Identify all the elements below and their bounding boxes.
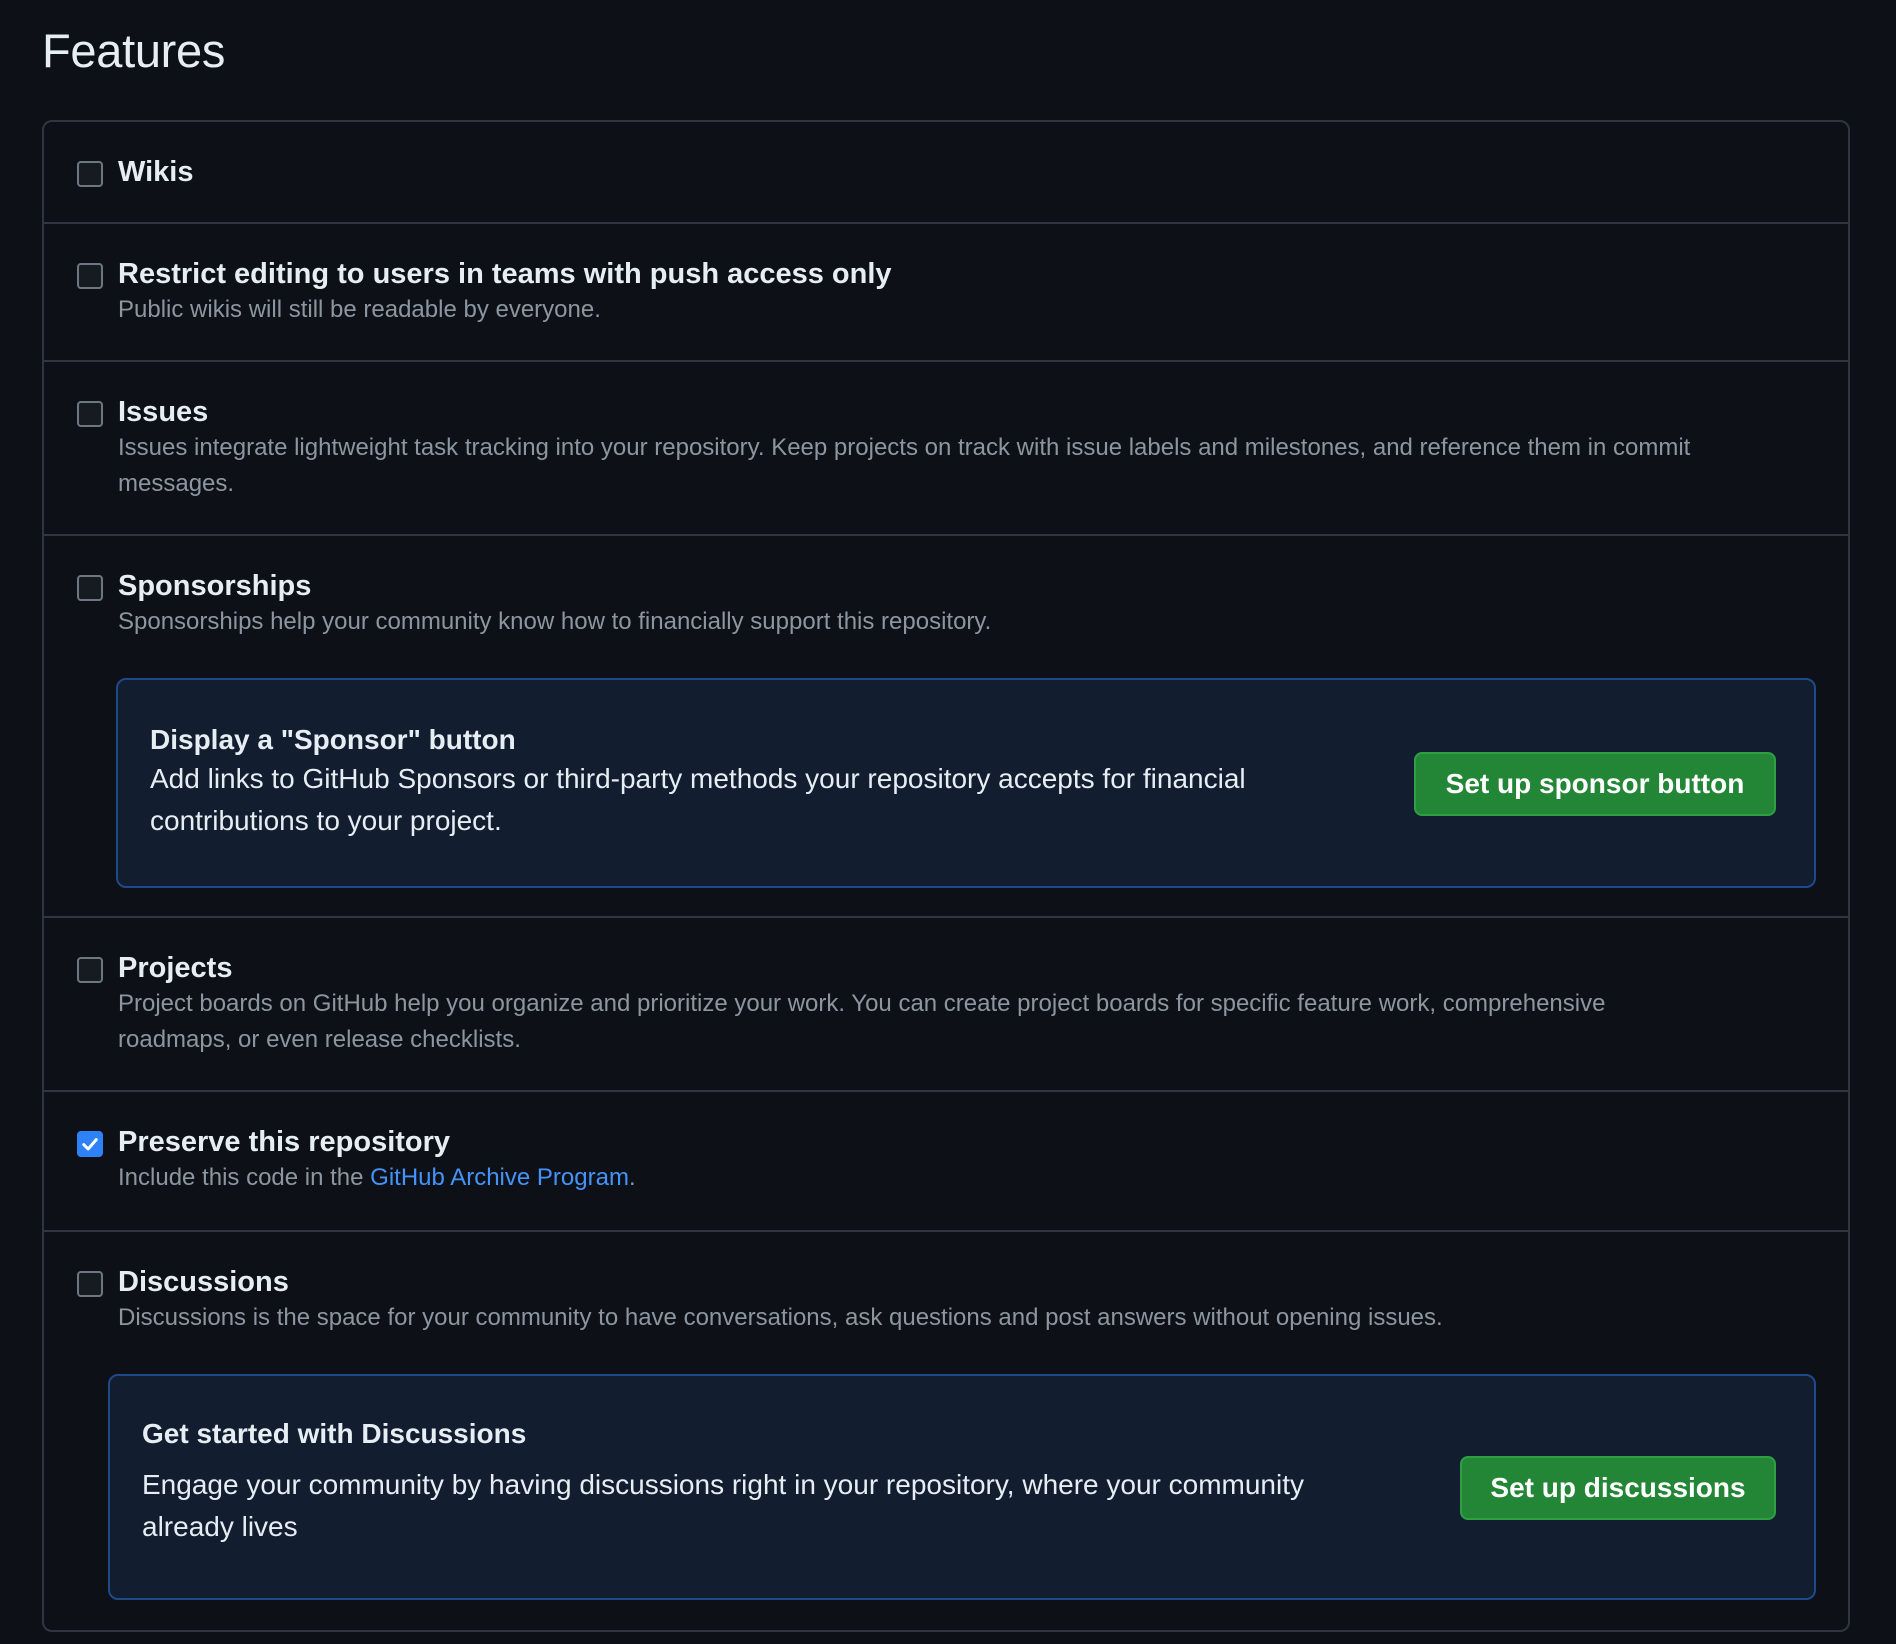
set-up-sponsor-button[interactable]: Set up sponsor button bbox=[1414, 752, 1776, 816]
sponsorships-checkbox[interactable] bbox=[77, 575, 103, 601]
preserve-description: Include this code in the GitHub Archive … bbox=[118, 1160, 1848, 1196]
github-archive-program-link[interactable]: GitHub Archive Program bbox=[370, 1164, 629, 1191]
restrict-editing-checkbox[interactable] bbox=[77, 263, 103, 289]
sponsor-callout-text-line2: contributions to your project. bbox=[150, 805, 502, 836]
projects-description-line1: Project boards on GitHub help you organi… bbox=[118, 990, 1606, 1017]
discussions-callout: Get started with Discussions Engage your… bbox=[108, 1374, 1816, 1600]
issues-description: Issues integrate lightweight task tracki… bbox=[118, 430, 1848, 502]
issues-description-line1: Issues integrate lightweight task tracki… bbox=[118, 434, 1691, 461]
issues-description-line2: messages. bbox=[118, 470, 235, 497]
feature-row-preserve: Preserve this repository Include this co… bbox=[44, 1090, 1848, 1230]
preserve-description-suffix: . bbox=[628, 1164, 636, 1191]
feature-row-sponsorships: Sponsorships Sponsorships help your comm… bbox=[44, 534, 1848, 916]
preserve-label[interactable]: Preserve this repository bbox=[118, 1124, 1848, 1160]
wikis-label[interactable]: Wikis bbox=[118, 154, 1848, 190]
feature-row-issues: Issues Issues integrate lightweight task… bbox=[44, 360, 1848, 534]
sponsor-callout-text-line1: Add links to GitHub Sponsors or third-pa… bbox=[150, 763, 1246, 794]
sponsorships-description: Sponsorships help your community know ho… bbox=[118, 608, 992, 635]
features-settings-page: Features Wikis Restrict editing to users… bbox=[42, 0, 1850, 1632]
projects-description-line2: roadmaps, or even release checklists. bbox=[118, 1026, 521, 1053]
sponsor-button-callout: Display a "Sponsor" button Add links to … bbox=[116, 678, 1816, 888]
set-up-discussions-button[interactable]: Set up discussions bbox=[1460, 1456, 1776, 1520]
issues-label[interactable]: Issues bbox=[118, 394, 1848, 430]
sponsor-callout-text: Add links to GitHub Sponsors or third-pa… bbox=[150, 758, 1330, 842]
sponsor-callout-title: Display a "Sponsor" button bbox=[150, 724, 516, 755]
discussions-checkbox[interactable] bbox=[77, 1271, 103, 1297]
restrict-editing-description: Public wikis will still be readable by e… bbox=[118, 296, 601, 323]
feature-row-wikis: Wikis bbox=[44, 122, 1848, 222]
discussions-label[interactable]: Discussions bbox=[118, 1264, 1848, 1300]
projects-label[interactable]: Projects bbox=[118, 950, 1848, 986]
projects-description: Project boards on GitHub help you organi… bbox=[118, 986, 1848, 1058]
discussions-callout-title: Get started with Discussions bbox=[142, 1418, 527, 1449]
section-title: Features bbox=[42, 24, 226, 77]
checkmark-icon bbox=[82, 1138, 98, 1151]
discussions-callout-text: Engage your community by having discussi… bbox=[142, 1464, 1362, 1548]
discussions-callout-text-line1: Engage your community by having discussi… bbox=[142, 1469, 1304, 1500]
restrict-editing-label[interactable]: Restrict editing to users in teams with … bbox=[118, 256, 1848, 292]
features-box: Wikis Restrict editing to users in teams… bbox=[42, 120, 1850, 1632]
discussions-description: Discussions is the space for your commun… bbox=[118, 1304, 1443, 1331]
projects-checkbox[interactable] bbox=[77, 957, 103, 983]
preserve-description-prefix: Include this code in the bbox=[118, 1164, 371, 1191]
sponsorships-label[interactable]: Sponsorships bbox=[118, 568, 1848, 604]
feature-row-discussions: Discussions Discussions is the space for… bbox=[44, 1230, 1848, 1630]
discussions-callout-text-line2: already lives bbox=[142, 1511, 298, 1542]
feature-row-projects: Projects Project boards on GitHub help y… bbox=[44, 916, 1848, 1090]
preserve-checkbox[interactable] bbox=[77, 1131, 103, 1157]
feature-row-restrict-editing: Restrict editing to users in teams with … bbox=[44, 222, 1848, 360]
wikis-checkbox[interactable] bbox=[77, 161, 103, 187]
issues-checkbox[interactable] bbox=[77, 401, 103, 427]
